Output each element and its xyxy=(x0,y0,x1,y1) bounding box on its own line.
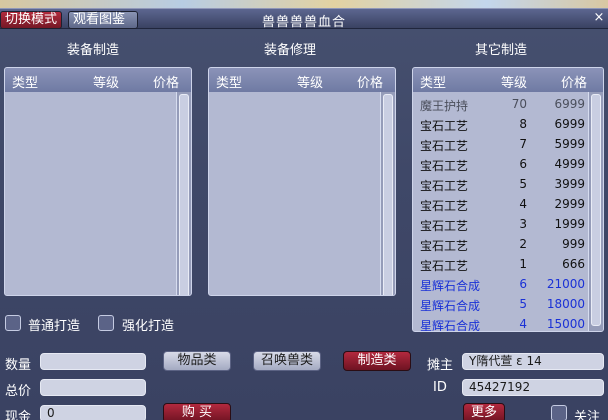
game-scene-background xyxy=(0,0,608,8)
column-price: 价格 xyxy=(561,76,588,91)
summon-category-button[interactable]: 召唤兽类 xyxy=(253,351,321,371)
quantity-input[interactable] xyxy=(40,353,146,370)
other-make-list[interactable]: 类型 等级 价格 魔王护持 70 6999 宝石工艺 8 6999 宝石工艺 7 5999 宝石工… xyxy=(412,67,604,332)
id-label: ID xyxy=(433,380,447,395)
normal-forge-checkbox[interactable] xyxy=(5,315,21,331)
column-level: 等级 xyxy=(501,76,528,91)
item-type: 宝石工艺 xyxy=(420,259,469,273)
equip-make-list[interactable]: 类型 等级 价格 xyxy=(4,67,192,296)
owner-label: 摊主 xyxy=(427,358,454,373)
list-header: 类型 等级 价格 xyxy=(209,68,395,92)
item-type: 星辉石合成 xyxy=(420,279,481,293)
item-level: 1 xyxy=(519,257,527,271)
item-price: 999 xyxy=(562,237,585,251)
other-make-rows: 魔王护持 70 6999 宝石工艺 8 6999 宝石工艺 7 5999 宝石工艺 6 4999 宝石工… xyxy=(413,94,587,332)
item-price: 21000 xyxy=(546,277,585,291)
item-level: 2 xyxy=(519,237,527,251)
item-type: 宝石工艺 xyxy=(420,179,469,193)
item-price: 18000 xyxy=(546,297,585,311)
column-price: 价格 xyxy=(357,76,384,91)
switch-mode-button[interactable]: 切换模式 xyxy=(0,11,62,29)
scrollbar-thumb[interactable] xyxy=(591,94,601,326)
cash-field: 0 xyxy=(40,405,146,420)
cash-label: 现金 xyxy=(5,410,32,420)
scrollbar[interactable] xyxy=(176,92,191,295)
stall-window: 兽兽兽兽血合 × 切换模式 观看图鉴 装备制造 装备修理 其它制造 类型 等级 … xyxy=(0,8,608,420)
column-type: 类型 xyxy=(216,76,243,91)
column-price: 价格 xyxy=(153,76,180,91)
item-price: 666 xyxy=(562,257,585,271)
item-price: 2999 xyxy=(554,197,585,211)
item-price: 5999 xyxy=(554,137,585,151)
list-item[interactable]: 魔王护持 70 6999 xyxy=(413,94,587,114)
item-level: 4 xyxy=(519,317,527,331)
list-item[interactable]: 宝石工艺 5 3999 xyxy=(413,174,587,194)
item-level: 6 xyxy=(519,277,527,291)
item-type: 宝石工艺 xyxy=(420,159,469,173)
quantity-label: 数量 xyxy=(5,358,32,373)
item-level: 6 xyxy=(519,157,527,171)
item-type: 魔王护持 xyxy=(420,99,469,113)
normal-forge-label: 普通打造 xyxy=(28,319,81,334)
list-item[interactable]: 宝石工艺 4 2999 xyxy=(413,194,587,214)
scrollbar-thumb[interactable] xyxy=(179,94,189,295)
owner-field: Y隋代萱 ε 14 xyxy=(462,353,604,370)
item-price: 15000 xyxy=(546,317,585,331)
view-atlas-button[interactable]: 观看图鉴 xyxy=(68,11,138,29)
column-type: 类型 xyxy=(420,76,447,91)
item-type: 宝石工艺 xyxy=(420,219,469,233)
follow-label: 关注 xyxy=(574,410,601,420)
column-level: 等级 xyxy=(297,76,324,91)
item-level: 4 xyxy=(519,197,527,211)
id-field: 45427192 xyxy=(462,379,604,396)
item-type: 宝石工艺 xyxy=(420,239,469,253)
equip-make-title: 装备制造 xyxy=(66,43,119,58)
follow-checkbox[interactable] xyxy=(551,405,567,420)
total-price-label: 总价 xyxy=(5,384,32,399)
scrollbar-thumb[interactable] xyxy=(383,94,393,295)
list-item[interactable]: 星辉石合成 5 18000 xyxy=(413,294,587,314)
equip-repair-list[interactable]: 类型 等级 价格 xyxy=(208,67,396,296)
items-category-button[interactable]: 物品类 xyxy=(163,351,231,371)
list-item[interactable]: 星辉石合成 6 21000 xyxy=(413,274,587,294)
list-header: 类型 等级 价格 xyxy=(413,68,603,92)
item-price: 3999 xyxy=(554,177,585,191)
item-type: 宝石工艺 xyxy=(420,199,469,213)
list-header: 类型 等级 价格 xyxy=(5,68,191,92)
more-button[interactable]: 更多 xyxy=(463,403,505,420)
strong-forge-checkbox[interactable] xyxy=(98,315,114,331)
item-type: 星辉石合成 xyxy=(420,319,481,332)
item-type: 宝石工艺 xyxy=(420,139,469,153)
list-item[interactable]: 宝石工艺 3 1999 xyxy=(413,214,587,234)
list-item[interactable]: 宝石工艺 8 6999 xyxy=(413,114,587,134)
item-type: 宝石工艺 xyxy=(420,119,469,133)
buy-button[interactable]: 购 买 xyxy=(163,403,231,420)
make-category-button[interactable]: 制造类 xyxy=(343,351,411,371)
total-price-field xyxy=(40,379,146,396)
item-price: 1999 xyxy=(554,217,585,231)
other-make-title: 其它制造 xyxy=(474,43,527,58)
item-price: 6999 xyxy=(554,97,585,111)
item-level: 70 xyxy=(511,97,527,111)
list-item[interactable]: 星辉石合成 4 15000 xyxy=(413,314,587,332)
column-level: 等级 xyxy=(93,76,120,91)
list-item[interactable]: 宝石工艺 7 5999 xyxy=(413,134,587,154)
equip-repair-title: 装备修理 xyxy=(263,43,316,58)
scrollbar[interactable] xyxy=(588,92,603,331)
list-item[interactable]: 宝石工艺 6 4999 xyxy=(413,154,587,174)
item-price: 6999 xyxy=(554,117,585,131)
list-item[interactable]: 宝石工艺 1 666 xyxy=(413,254,587,274)
strong-forge-label: 强化打造 xyxy=(122,319,175,334)
item-level: 7 xyxy=(519,137,527,151)
item-level: 5 xyxy=(519,297,527,311)
item-level: 8 xyxy=(519,117,527,131)
column-type: 类型 xyxy=(12,76,39,91)
list-item[interactable]: 宝石工艺 2 999 xyxy=(413,234,587,254)
scrollbar[interactable] xyxy=(380,92,395,295)
item-price: 4999 xyxy=(554,157,585,171)
item-level: 5 xyxy=(519,177,527,191)
item-level: 3 xyxy=(519,217,527,231)
close-icon[interactable]: × xyxy=(592,10,606,26)
item-type: 星辉石合成 xyxy=(420,299,481,313)
